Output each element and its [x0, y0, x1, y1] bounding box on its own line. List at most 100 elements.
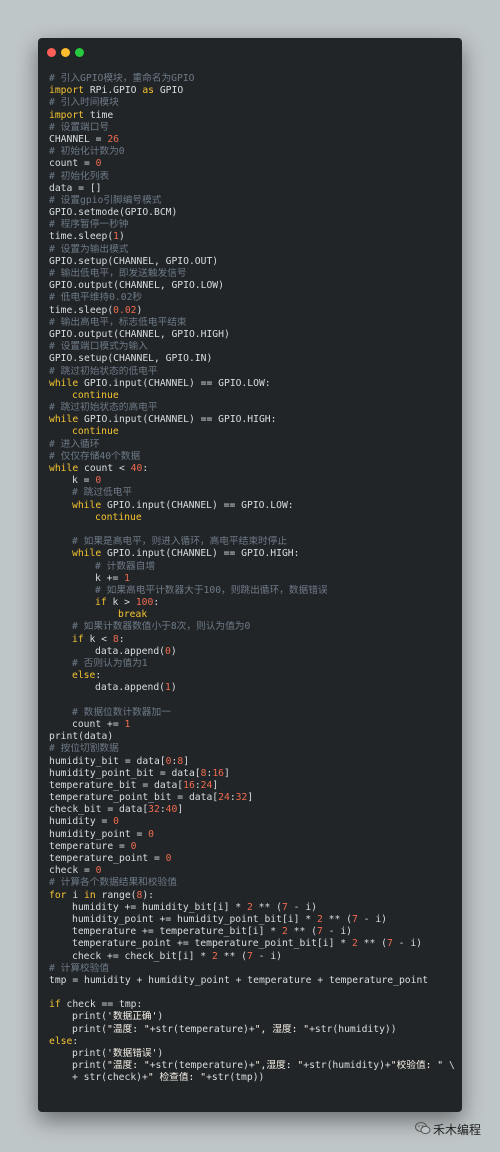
code-token-number: 40	[165, 804, 178, 816]
code-line: temperature += temperature_bit[i] * 2 **…	[49, 926, 455, 938]
code-token-number: 16	[212, 767, 225, 779]
code-token-default: ):	[142, 889, 155, 901]
code-token-default: temperature_point_bit = data[	[49, 792, 219, 804]
code-token-default: ]	[177, 804, 184, 816]
code-line: # 如果高电平计数器大于100，则跳出循环，数据错误	[49, 585, 455, 597]
code-token-default: check += check_bit[i] *	[72, 950, 212, 962]
code-line: # 输出高电平，标志低电平结束	[49, 317, 455, 329]
code-line: break	[49, 609, 455, 621]
code-token-keyword: while	[49, 414, 79, 426]
code-token-default: print(	[72, 1048, 107, 1059]
code-token-comment: # 如果是高电平，则进入循环，高电平结束时停止	[72, 536, 288, 548]
code-token-default: temperature_point += temperature_point_b…	[72, 938, 352, 950]
code-token-default: \	[443, 1060, 455, 1072]
code-token-keyword: while	[49, 377, 79, 389]
code-token-number: 0	[95, 865, 102, 877]
code-token-number: 26	[107, 133, 119, 145]
code-line: time.sleep(1)	[49, 231, 455, 243]
code-line: # 输出低电平，即发送触发信号	[49, 268, 455, 280]
code-token-keyword: continue	[72, 426, 119, 438]
code-token-comment: # 引入GPIO模块，重命名为GPIO	[49, 73, 195, 84]
code-token-default: ]	[224, 767, 230, 779]
code-line: # 引入GPIO模块，重命名为GPIO	[49, 73, 455, 85]
code-token-string: ", 湿度: "	[254, 1023, 310, 1035]
code-line: # 如果计数器数值小于8次，则认为值为0	[49, 621, 455, 633]
code-token-comment: # 进入循环	[49, 438, 100, 450]
code-token-default: GPIO	[154, 85, 184, 97]
code-token-default: count =	[49, 158, 96, 170]
code-line: else:	[49, 670, 455, 682]
code-line: temperature_point_bit = data[24:32]	[49, 792, 455, 804]
code-token-comment: # 计算校验值	[49, 962, 110, 974]
code-token-default: temperature_bit = data[	[49, 779, 184, 791]
code-token-comment: # 跳过初始状态的高电平	[49, 402, 158, 414]
code-token-keyword: while	[49, 463, 79, 474]
code-token-default: CHANNEL =	[49, 133, 108, 145]
code-token-default: +str(temperature)+	[149, 1060, 255, 1072]
code-token-keyword: import	[49, 109, 84, 121]
code-token-default: +str(humidity))	[309, 1023, 397, 1035]
code-token-default: data.append(	[95, 645, 165, 657]
code-token-keyword: as	[142, 85, 154, 97]
code-token-default: humidity_point += humidity_point_bit[i] …	[72, 913, 317, 925]
code-line: temperature = 0	[49, 841, 455, 853]
code-token-string: ",湿度: "	[254, 1060, 304, 1072]
code-token-default: )	[136, 304, 143, 316]
code-token-keyword: if	[95, 597, 107, 609]
code-line: continue	[49, 426, 455, 438]
code-token-number: 0	[148, 828, 154, 840]
code-line: if k > 100:	[49, 597, 455, 609]
code-line: tmp = humidity + humidity_point + temper…	[49, 975, 455, 987]
code-token-default: count +=	[72, 718, 125, 730]
wechat-icon	[415, 1122, 431, 1135]
code-line: while GPIO.input(CHANNEL) == GPIO.LOW:	[49, 500, 455, 512]
code-line: import RPi.GPIO as GPIO	[49, 85, 455, 97]
code-token-number: 0	[95, 475, 102, 487]
code-token-comment: # 如果高电平计数器大于100，则跳出循环，数据错误	[95, 584, 328, 596]
code-token-number: 0	[113, 816, 119, 828]
maximize-dot-icon[interactable]	[75, 48, 84, 57]
code-line: GPIO.setup(CHANNEL, GPIO.IN)	[49, 353, 455, 365]
code-token-keyword: import	[49, 85, 84, 97]
code-token-comment: # 设置端口模式为输入	[49, 341, 148, 353]
code-token-default: GPIO.output(CHANNEL, GPIO.LOW)	[49, 280, 224, 292]
code-line: # 按位切割数据	[49, 743, 455, 755]
code-token-default: data = []	[49, 182, 102, 194]
code-token-default: ]	[247, 792, 254, 804]
code-token-comment: # 否则认为值为1	[72, 658, 148, 669]
code-token-string: " 检查值: "	[147, 1072, 207, 1084]
code-token-default: - i)	[287, 901, 318, 913]
code-line: # 如果是高电平，则进入循环，高电平结束时停止	[49, 536, 455, 548]
code-line: temperature_bit = data[16:24]	[49, 780, 455, 792]
code-token-default: time	[84, 109, 114, 121]
code-token-string: "校验值: "	[390, 1060, 444, 1072]
code-token-default: ** (	[252, 901, 282, 913]
code-token-default: count <	[78, 463, 131, 474]
code-token-number: 0	[165, 853, 172, 864]
code-line: k += 1	[49, 573, 455, 585]
code-token-default: )	[157, 1011, 164, 1023]
code-line: # 设置端口模式为输入	[49, 341, 455, 353]
code-line: # 低电平维持0.02秒	[49, 292, 455, 304]
close-dot-icon[interactable]	[47, 48, 56, 57]
code-token-default: + str(check)+	[72, 1072, 148, 1084]
code-token-default: print(	[72, 1023, 107, 1035]
code-token-default: range(	[95, 889, 137, 901]
code-line: # 设置端口号	[49, 122, 455, 134]
code-token-default: :	[95, 670, 102, 682]
code-token-default: :	[153, 597, 160, 609]
code-line: check_bit = data[32:40]	[49, 804, 455, 816]
minimize-dot-icon[interactable]	[61, 48, 70, 57]
code-token-keyword: for	[49, 889, 67, 901]
code-line: print("温度: "+str(temperature)+",湿度: "+st…	[49, 1060, 455, 1072]
code-token-default: k +=	[95, 572, 125, 584]
code-token-default: ]	[183, 755, 190, 767]
code-line: humidity = 0	[49, 816, 455, 828]
code-line: humidity_point_bit = data[8:16]	[49, 768, 455, 780]
code-line: count += 1	[49, 719, 455, 731]
code-line: # 计算各个数据结果和校验值	[49, 877, 455, 889]
code-line: humidity += humidity_bit[i] * 2 ** (7 - …	[49, 902, 455, 914]
code-token-number: 1	[124, 718, 131, 730]
code-line: + str(check)+" 检查值: "+str(tmp))	[49, 1072, 455, 1084]
